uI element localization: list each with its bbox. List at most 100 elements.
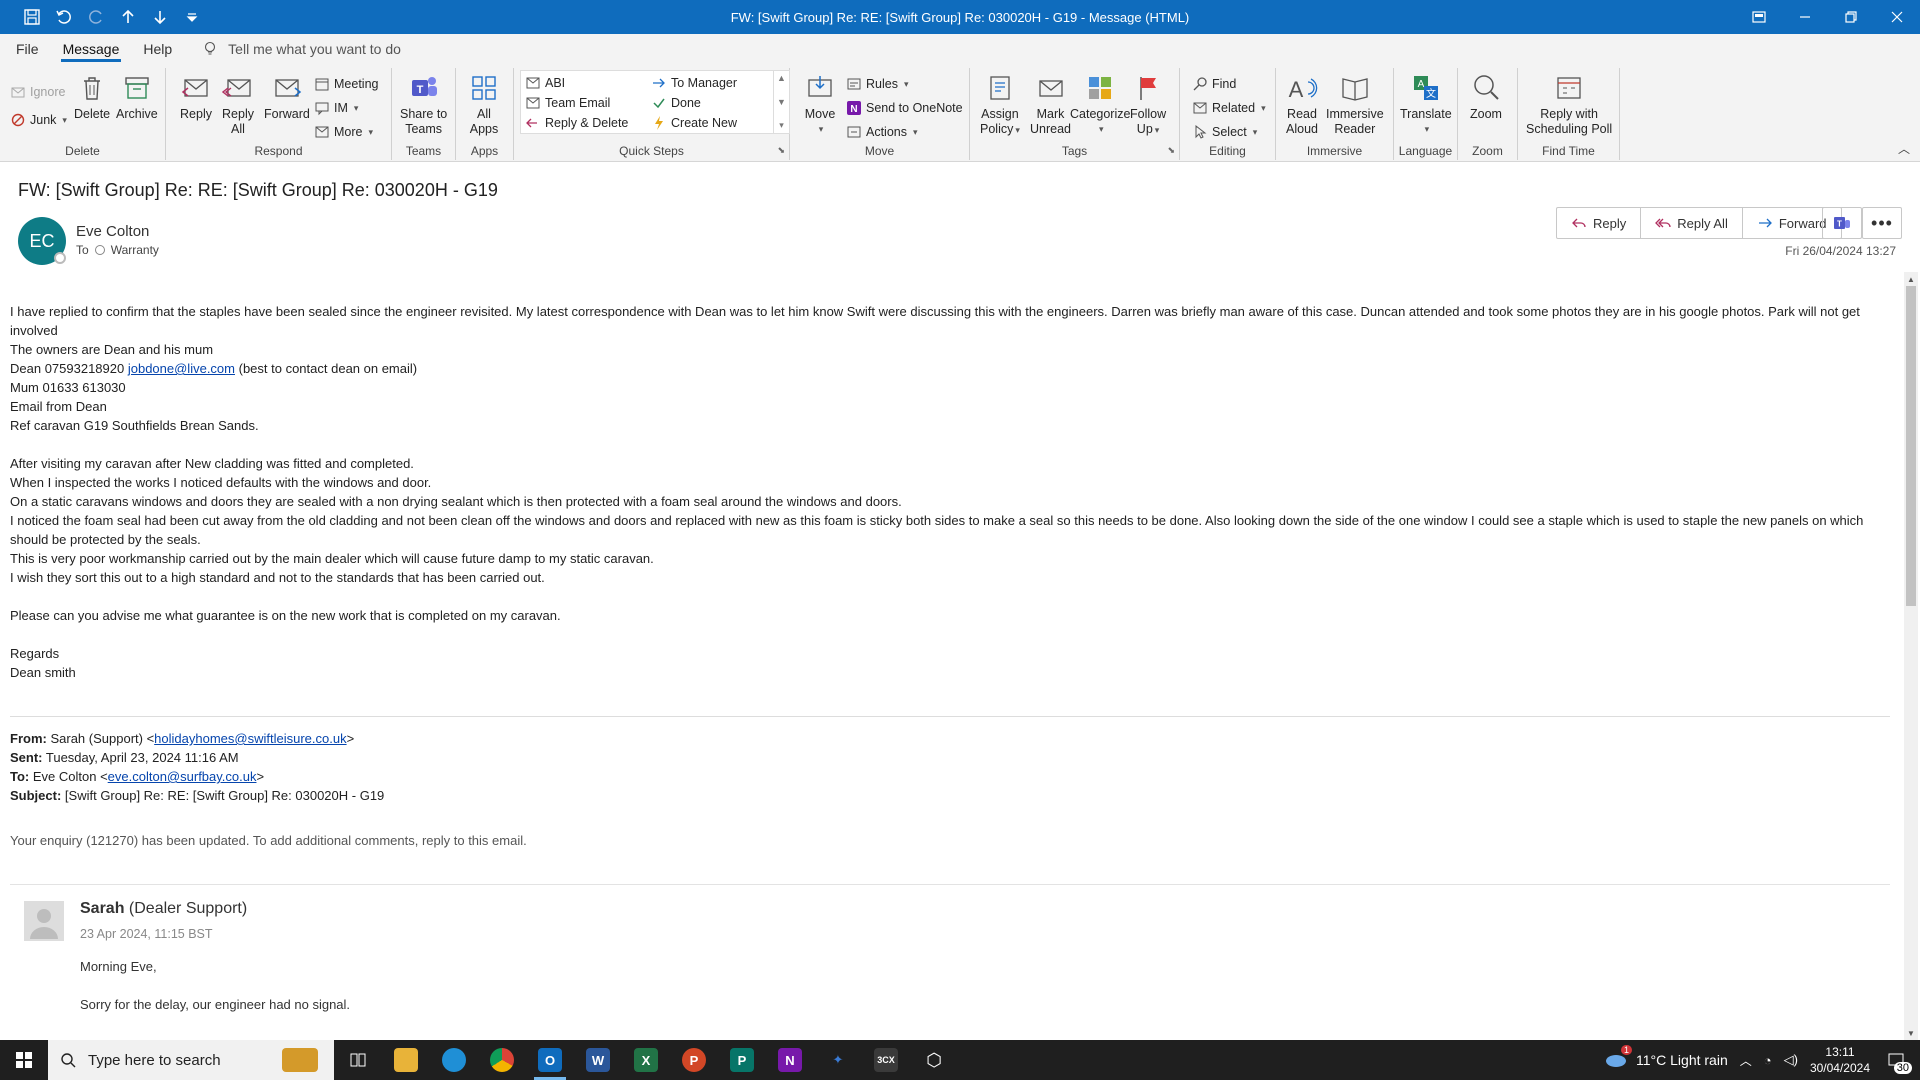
collapse-ribbon-icon[interactable]: ︿ bbox=[1898, 140, 1910, 157]
email-link[interactable]: jobdone@live.com bbox=[128, 361, 235, 376]
start-button[interactable] bbox=[0, 1040, 48, 1080]
ignore-button[interactable]: Ignore bbox=[10, 82, 65, 102]
customize-toolbar-icon[interactable] bbox=[178, 3, 206, 31]
im-button[interactable]: IM ▾ bbox=[314, 98, 358, 118]
outlook-icon[interactable]: O bbox=[526, 1040, 574, 1080]
chevron-up-icon[interactable]: ︿ bbox=[1740, 1052, 1752, 1069]
teams-chat-button[interactable]: T bbox=[1822, 207, 1862, 239]
group-editing: Find Related ▾ Select ▾ Editing bbox=[1180, 68, 1276, 160]
group-label-quick-steps: Quick Steps bbox=[619, 144, 684, 158]
menu-bar: File Message Help Tell me what you want … bbox=[0, 34, 1920, 64]
reply-all-button[interactable]: Reply All bbox=[222, 72, 254, 137]
speaker-icon[interactable]: ◁) bbox=[1784, 1052, 1798, 1068]
translate-button[interactable]: A文 Translate ▾ bbox=[1400, 72, 1452, 137]
move-button[interactable]: Move ▾ bbox=[804, 72, 836, 137]
reply-scheduling-poll-button[interactable]: Reply with Scheduling Poll bbox=[1526, 72, 1612, 137]
powerpoint-icon[interactable]: P bbox=[670, 1040, 718, 1080]
delete-button[interactable]: Delete bbox=[74, 72, 110, 122]
notifications-icon[interactable]: 30 bbox=[1882, 1048, 1912, 1074]
svg-text:文: 文 bbox=[1426, 87, 1436, 100]
more-respond-button[interactable]: More ▾ bbox=[314, 122, 373, 142]
related-button[interactable]: Related ▾ bbox=[1192, 98, 1266, 118]
scroll-down-icon[interactable]: ▼ bbox=[1904, 1026, 1918, 1040]
scroll-up-icon[interactable]: ▲ bbox=[1904, 272, 1918, 286]
weather-widget[interactable]: 1 11°C Light rain bbox=[1604, 1045, 1728, 1069]
reply-all-action-button[interactable]: Reply All bbox=[1641, 208, 1743, 238]
quick-steps-scroll[interactable]: ▲ ▼ ▾ bbox=[773, 71, 789, 133]
sender-name[interactable]: Eve Colton bbox=[76, 223, 149, 240]
excel-icon[interactable]: X bbox=[622, 1040, 670, 1080]
taskbar-search[interactable]: Type here to search bbox=[48, 1040, 334, 1080]
tab-message[interactable]: Message bbox=[51, 34, 132, 64]
assign-policy-button[interactable]: Assign Policy ▾ bbox=[980, 72, 1020, 138]
send-to-onenote-button[interactable]: N Send to OneNote bbox=[846, 98, 963, 118]
reply-all-arrow-icon bbox=[1655, 218, 1671, 228]
forward-from: From: Sarah (Support) <holidayhomes@swif… bbox=[10, 731, 355, 746]
app-3cx-icon[interactable]: 3CX bbox=[862, 1040, 910, 1080]
reply-action-button[interactable]: Reply bbox=[1557, 208, 1642, 238]
read-aloud-button[interactable]: A Read Aloud bbox=[1286, 72, 1318, 137]
rules-button[interactable]: Rules ▾ bbox=[846, 74, 909, 94]
mark-unread-button[interactable]: Mark Unread bbox=[1030, 72, 1071, 137]
group-zoom: Zoom Zoom bbox=[1458, 68, 1518, 160]
quick-step-create-new[interactable]: Create New bbox=[651, 113, 737, 133]
more-actions-button[interactable]: ••• bbox=[1862, 207, 1902, 239]
vertical-scrollbar[interactable]: ▲ ▼ bbox=[1904, 272, 1918, 1040]
follow-up-button[interactable]: Follow Up ▾ bbox=[1130, 72, 1166, 138]
message-body: I have replied to confirm that the stapl… bbox=[10, 302, 1890, 1040]
quick-step-abi[interactable]: ABI bbox=[525, 73, 565, 93]
save-icon[interactable] bbox=[18, 3, 46, 31]
network-icon[interactable]: ◔ bbox=[1764, 1053, 1772, 1068]
group-label-respond: Respond bbox=[254, 144, 303, 158]
categorize-button[interactable]: Categorize ▾ bbox=[1070, 72, 1130, 137]
close-icon[interactable] bbox=[1874, 0, 1920, 34]
onenote-taskbar-icon[interactable]: N bbox=[766, 1040, 814, 1080]
presence-ring-icon bbox=[94, 245, 105, 255]
quick-step-team-email[interactable]: Team Email bbox=[525, 93, 610, 113]
publisher-icon[interactable]: P bbox=[718, 1040, 766, 1080]
email-link[interactable]: eve.colton@surfbay.co.uk bbox=[108, 769, 257, 784]
all-apps-button[interactable]: All Apps bbox=[468, 72, 500, 137]
clock[interactable]: 13:11 30/04/2024 bbox=[1810, 1044, 1870, 1076]
meeting-button[interactable]: Meeting bbox=[314, 74, 378, 94]
select-button[interactable]: Select ▾ bbox=[1192, 122, 1257, 142]
app-feather-icon[interactable]: ✦ bbox=[814, 1040, 862, 1080]
zoom-button[interactable]: Zoom bbox=[1470, 72, 1502, 122]
tab-help[interactable]: Help bbox=[131, 34, 184, 64]
chrome-icon[interactable] bbox=[478, 1040, 526, 1080]
app-package-icon[interactable]: ⬡ bbox=[910, 1040, 958, 1080]
tell-me-box[interactable]: Tell me what you want to do bbox=[202, 41, 401, 57]
find-button[interactable]: Find bbox=[1192, 74, 1236, 94]
edge-icon[interactable] bbox=[430, 1040, 478, 1080]
reply-button[interactable]: Reply bbox=[180, 72, 212, 122]
taskbar: Type here to search O W X P P N ✦ 3CX ⬡ … bbox=[0, 1040, 1920, 1080]
immersive-reader-button[interactable]: Immersive Reader bbox=[1326, 72, 1384, 137]
quick-step-to-manager[interactable]: To Manager bbox=[651, 73, 737, 93]
forward-button[interactable]: Forward bbox=[264, 72, 310, 122]
undo-icon[interactable] bbox=[50, 3, 78, 31]
word-icon[interactable]: W bbox=[574, 1040, 622, 1080]
redo-icon[interactable] bbox=[82, 3, 110, 31]
group-find-time: Reply with Scheduling Poll Find Time bbox=[1518, 68, 1620, 160]
support-reply-card: Sarah (Dealer Support) 23 Apr 2024, 11:1… bbox=[10, 884, 1890, 1040]
next-item-icon[interactable] bbox=[146, 3, 174, 31]
task-view-icon[interactable] bbox=[334, 1040, 382, 1080]
quick-step-reply-delete[interactable]: Reply & Delete bbox=[525, 113, 628, 133]
restore-icon[interactable] bbox=[1828, 0, 1874, 34]
ribbon-display-icon[interactable] bbox=[1736, 0, 1782, 34]
body-paragraph: On a static caravans windows and doors t… bbox=[10, 494, 902, 509]
actions-button[interactable]: Actions ▾ bbox=[846, 122, 918, 142]
junk-button[interactable]: Junk ▾ bbox=[10, 110, 67, 130]
minimize-icon[interactable] bbox=[1782, 0, 1828, 34]
recipient-name[interactable]: Warranty bbox=[111, 243, 159, 257]
file-explorer-icon[interactable] bbox=[382, 1040, 430, 1080]
scrollbar-thumb[interactable] bbox=[1906, 286, 1916, 606]
tab-file[interactable]: File bbox=[4, 34, 51, 64]
archive-button[interactable]: Archive bbox=[116, 72, 158, 122]
previous-item-icon[interactable] bbox=[114, 3, 142, 31]
presence-status-icon bbox=[54, 252, 66, 264]
quick-step-done[interactable]: Done bbox=[651, 93, 701, 113]
envelope-icon bbox=[526, 77, 540, 89]
email-link[interactable]: holidayhomes@swiftleisure.co.uk bbox=[154, 731, 346, 746]
share-to-teams-button[interactable]: T Share to Teams bbox=[400, 72, 447, 137]
